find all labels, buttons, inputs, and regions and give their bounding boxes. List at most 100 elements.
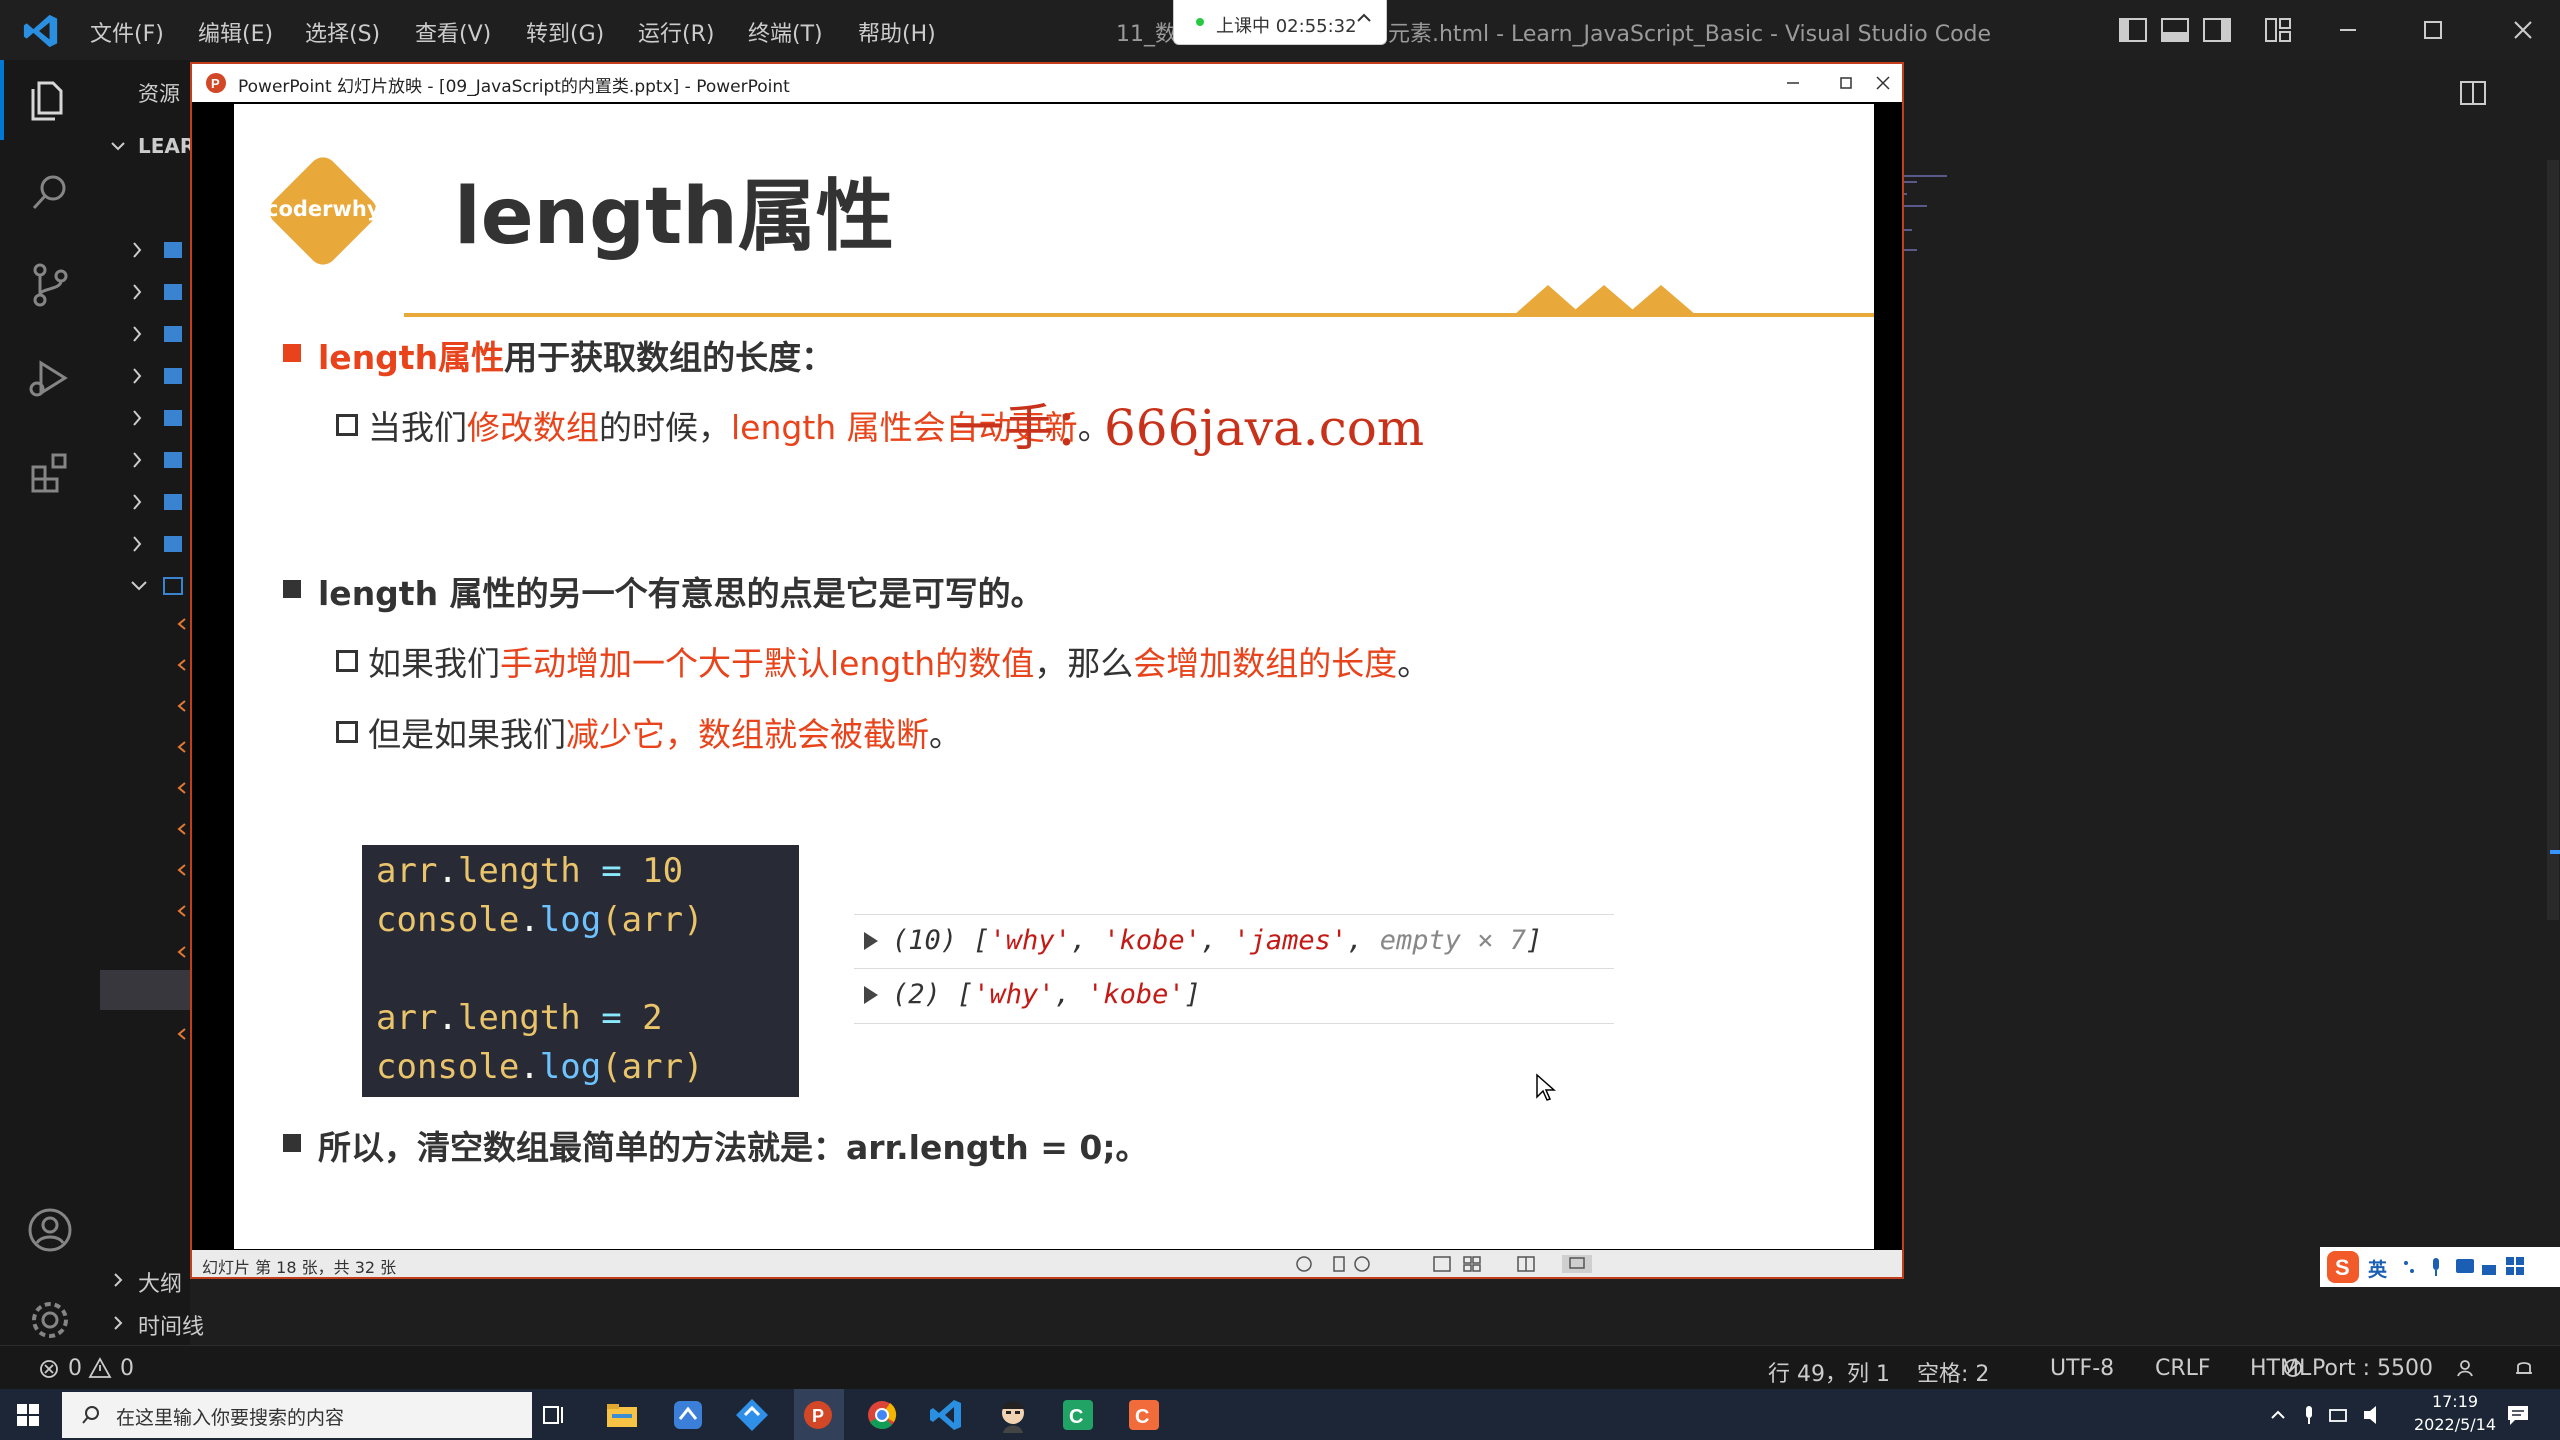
settings-gear-icon[interactable] bbox=[25, 1295, 75, 1345]
svg-text:S: S bbox=[2335, 1255, 2350, 1280]
orange-app-icon[interactable]: C bbox=[1124, 1395, 1164, 1435]
error-icon[interactable] bbox=[38, 1358, 60, 1380]
bullet-square-icon bbox=[283, 580, 301, 598]
minimize-icon[interactable] bbox=[2330, 12, 2366, 48]
html-file-icon[interactable] bbox=[176, 944, 186, 960]
html-file-icon[interactable] bbox=[176, 739, 186, 755]
indentation[interactable]: 空格: 2 bbox=[1917, 1356, 1989, 1388]
close-icon[interactable] bbox=[2505, 12, 2541, 48]
html-file-icon[interactable] bbox=[176, 698, 186, 714]
taskbar-date[interactable]: 2022/5/14 bbox=[2395, 1415, 2515, 1434]
chevron-right-icon[interactable] bbox=[108, 1313, 128, 1333]
run-debug-icon[interactable] bbox=[25, 353, 75, 403]
html-file-icon[interactable] bbox=[176, 903, 186, 919]
account-icon[interactable] bbox=[25, 1205, 75, 1255]
vscode-taskbar-icon[interactable] bbox=[926, 1395, 966, 1435]
warning-icon[interactable] bbox=[88, 1357, 112, 1379]
ppt-close-icon[interactable] bbox=[1872, 72, 1894, 94]
warning-count[interactable]: 0 bbox=[120, 1356, 134, 1381]
avatar-app-icon[interactable] bbox=[993, 1395, 1033, 1435]
folder-open-icon bbox=[131, 577, 183, 595]
menu-run[interactable]: 运行(R) bbox=[638, 16, 714, 47]
html-file-icon[interactable] bbox=[176, 780, 186, 796]
maximize-icon[interactable] bbox=[2415, 12, 2451, 48]
live-server-port[interactable]: Port : 5500 bbox=[2312, 1356, 2433, 1381]
app-icon-blue-2[interactable] bbox=[732, 1395, 772, 1435]
timeline-section[interactable]: 时间线 bbox=[138, 1309, 204, 1341]
folder-row-open[interactable] bbox=[130, 574, 186, 598]
menu-help[interactable]: 帮助(H) bbox=[858, 16, 936, 47]
folder-row[interactable] bbox=[130, 532, 186, 556]
ime-toolbar[interactable]: S 英 bbox=[2320, 1247, 2560, 1287]
chevron-down-icon[interactable] bbox=[108, 136, 128, 156]
folder-row[interactable] bbox=[130, 490, 186, 514]
folder-row[interactable] bbox=[130, 406, 186, 430]
menu-edit[interactable]: 编辑(E) bbox=[198, 16, 273, 47]
windows-start-icon[interactable] bbox=[16, 1403, 40, 1427]
console-row[interactable]: (2) ['why', 'kobe'] bbox=[854, 968, 1614, 1024]
split-editor-icon[interactable] bbox=[2455, 75, 2491, 111]
menu-terminal[interactable]: 终端(T) bbox=[748, 16, 823, 47]
encoding[interactable]: UTF-8 bbox=[2050, 1356, 2114, 1381]
toggle-secondary-sidebar-icon[interactable] bbox=[2199, 12, 2235, 48]
html-file-icon[interactable] bbox=[176, 616, 186, 632]
folder-row[interactable] bbox=[130, 364, 186, 388]
extensions-icon[interactable] bbox=[25, 445, 75, 495]
file-explorer-icon[interactable] bbox=[602, 1395, 642, 1435]
folder-row[interactable] bbox=[130, 322, 186, 346]
sub-bullet-icon bbox=[336, 414, 358, 436]
notification-center-icon[interactable] bbox=[2505, 1402, 2531, 1428]
expand-triangle-icon[interactable] bbox=[864, 932, 878, 950]
taskbar-search-box[interactable]: 在这里输入你要搜索的内容 bbox=[62, 1392, 532, 1438]
folder-icon bbox=[133, 326, 182, 342]
html-file-icon[interactable] bbox=[176, 862, 186, 878]
task-view-icon[interactable] bbox=[534, 1395, 574, 1435]
recording-badge[interactable]: 上课中 02:55:32 bbox=[1173, 0, 1387, 45]
expand-triangle-icon[interactable] bbox=[864, 986, 878, 1004]
sub-bullet-icon bbox=[336, 650, 358, 672]
sogou-logo-icon: S bbox=[2327, 1251, 2359, 1283]
explorer-files-icon[interactable] bbox=[25, 73, 75, 123]
menu-file[interactable]: 文件(F) bbox=[90, 16, 164, 47]
chevron-up-icon[interactable] bbox=[1354, 8, 1374, 28]
toggle-panel-icon[interactable] bbox=[2157, 12, 2193, 48]
html-file-icon[interactable] bbox=[176, 657, 186, 673]
outline-section[interactable]: 大纲 bbox=[138, 1266, 182, 1298]
chrome-icon[interactable] bbox=[862, 1395, 902, 1435]
ppt-minimize-icon[interactable] bbox=[1782, 72, 1804, 94]
end-of-line[interactable]: CRLF bbox=[2155, 1356, 2211, 1381]
toggle-sidebar-icon[interactable] bbox=[2115, 12, 2151, 48]
cursor-position[interactable]: 行 49，列 1 bbox=[1768, 1356, 1890, 1388]
folder-row[interactable] bbox=[130, 280, 186, 304]
powerpoint-window: P PowerPoint 幻灯片放映 - [09_JavaScript的内置类.… bbox=[190, 62, 1904, 1279]
explorer-root-label[interactable]: LEAR bbox=[138, 134, 195, 158]
slideshow-controls[interactable] bbox=[1292, 1253, 1692, 1275]
search-icon[interactable] bbox=[25, 168, 75, 218]
html-file-icon[interactable] bbox=[176, 821, 186, 837]
menu-go[interactable]: 转到(G) bbox=[526, 16, 604, 47]
app-icon-blue-1[interactable] bbox=[668, 1395, 708, 1435]
folder-row[interactable] bbox=[130, 448, 186, 472]
code-line: arr.length = 2 bbox=[376, 998, 663, 1038]
vscode-statusbar: 0 0 行 49，列 1 空格: 2 UTF-8 CRLF HTML Port … bbox=[0, 1345, 2560, 1390]
selected-file-row[interactable] bbox=[100, 970, 190, 1010]
powerpoint-taskbar-icon[interactable]: P bbox=[798, 1395, 838, 1435]
folder-row[interactable] bbox=[130, 238, 186, 262]
green-app-icon[interactable]: C bbox=[1058, 1395, 1098, 1435]
console-row[interactable]: (10) ['why', 'kobe', 'james', empty × 7] bbox=[854, 914, 1614, 969]
menu-selection[interactable]: 选择(S) bbox=[305, 16, 380, 47]
error-count[interactable]: 0 bbox=[68, 1356, 82, 1381]
ime-tool-icons[interactable] bbox=[2398, 1255, 2558, 1279]
scrollbar[interactable] bbox=[2547, 160, 2559, 920]
notifications-bell-icon[interactable] bbox=[2512, 1356, 2536, 1380]
ime-mode[interactable]: 英 bbox=[2368, 1255, 2387, 1282]
feedback-icon[interactable] bbox=[2455, 1356, 2479, 1380]
ppt-maximize-icon[interactable] bbox=[1835, 72, 1857, 94]
customize-layout-icon[interactable] bbox=[2260, 12, 2296, 48]
taskbar-time[interactable]: 17:19 bbox=[2415, 1392, 2495, 1411]
chevron-right-icon[interactable] bbox=[108, 1270, 128, 1290]
live-server-icon[interactable] bbox=[2282, 1357, 2304, 1379]
html-file-icon[interactable] bbox=[176, 1026, 186, 1042]
menu-view[interactable]: 查看(V) bbox=[415, 16, 491, 47]
source-control-icon[interactable] bbox=[25, 260, 75, 310]
